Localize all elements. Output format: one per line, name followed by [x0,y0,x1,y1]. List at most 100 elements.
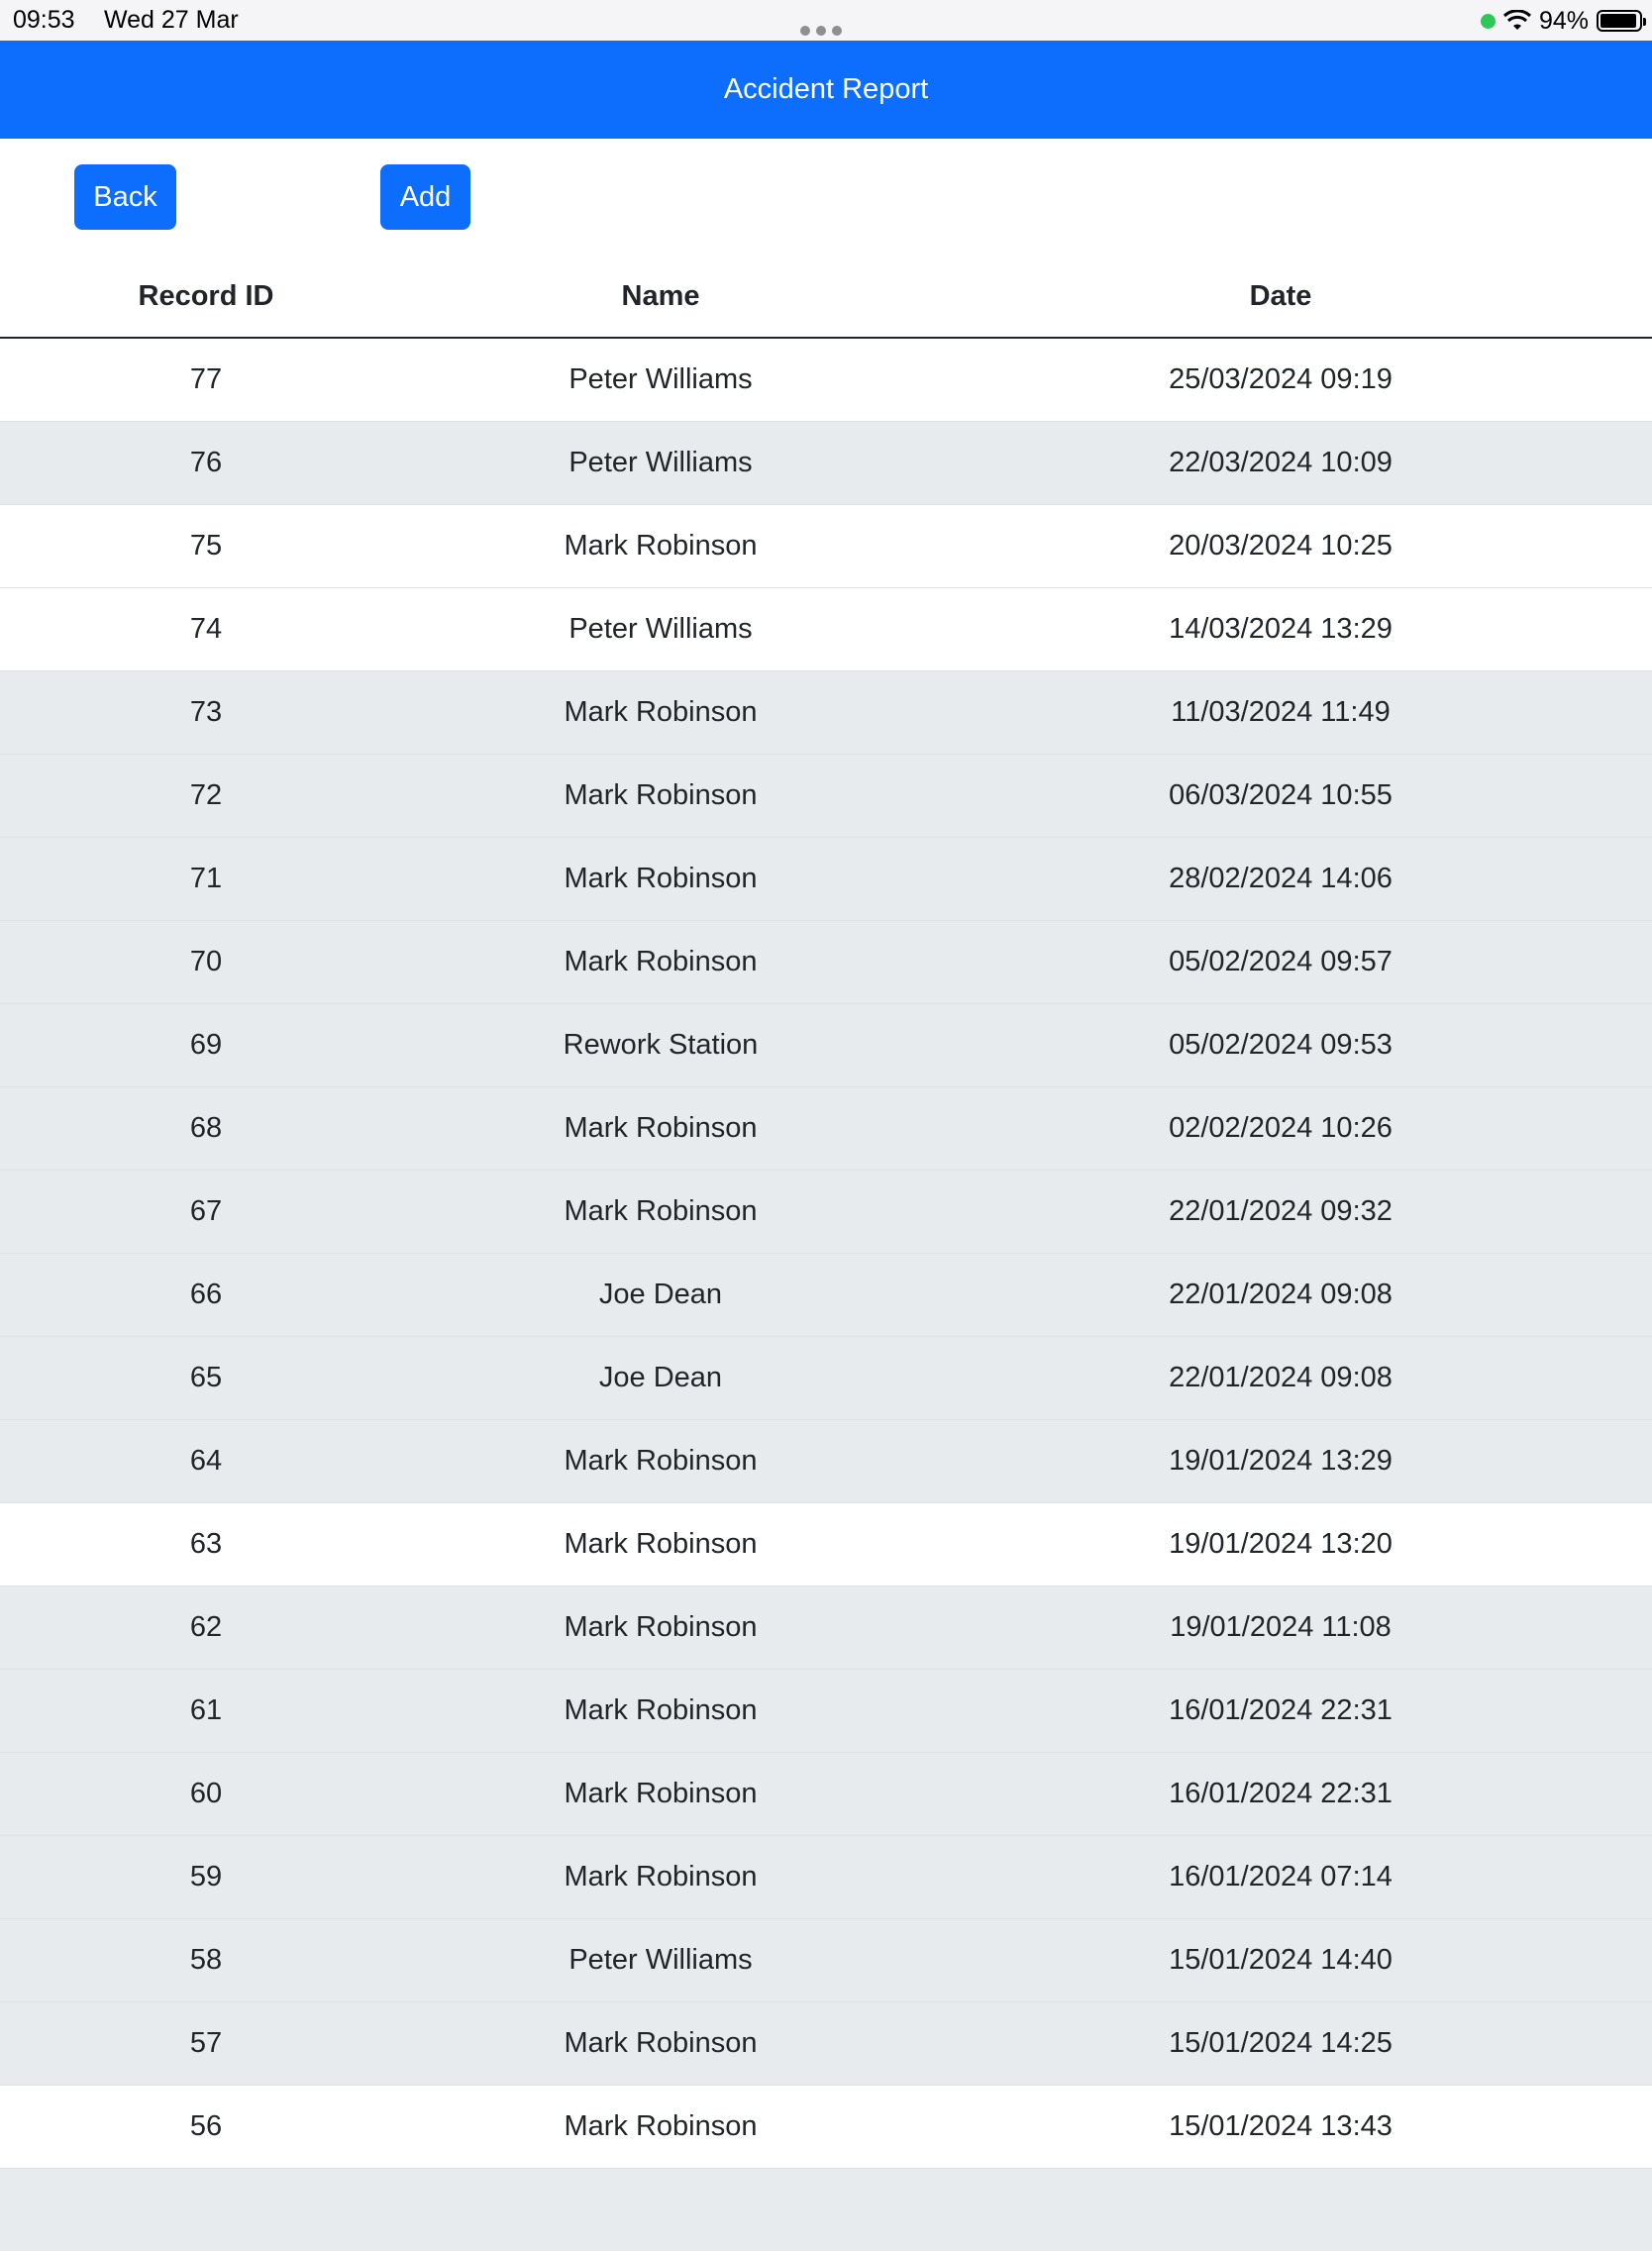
table-row[interactable]: 65 Joe Dean 22/01/2024 09:08 [0,1335,1652,1419]
cell-name: Joe Dean [412,1252,909,1336]
cell-record-id: 61 [0,1668,412,1752]
cell-record-id: 77 [0,337,412,421]
cell-name: Mark Robinson [412,2000,909,2085]
cell-date [909,2167,1652,2251]
cell-name: Joe Dean [412,1335,909,1419]
wifi-icon [1502,10,1531,30]
cell-record-id: 64 [0,1418,412,1502]
cell-record-id: 60 [0,1751,412,1835]
table-row[interactable]: 64 Mark Robinson 19/01/2024 13:29 [0,1418,1652,1502]
cell-name: Mark Robinson [412,1585,909,1669]
table-row[interactable]: 66 Joe Dean 22/01/2024 09:08 [0,1252,1652,1336]
cell-record-id: 56 [0,2084,412,2168]
cell-date: 11/03/2024 11:49 [909,669,1652,754]
cell-record-id: 71 [0,836,412,920]
cell-name: Mark Robinson [412,753,909,837]
cell-record-id: 69 [0,1002,412,1086]
cell-date: 22/01/2024 09:08 [909,1252,1652,1336]
status-time: 09:53 [13,6,75,34]
table-row[interactable]: 71 Mark Robinson 28/02/2024 14:06 [0,836,1652,920]
column-header-name: Name [412,256,909,339]
cell-name: Mark Robinson [412,1668,909,1752]
cell-name: Mark Robinson [412,503,909,587]
table-row[interactable] [0,2167,1652,2251]
table-row[interactable]: 76 Peter Williams 22/03/2024 10:09 [0,420,1652,504]
cell-name: Rework Station [412,1002,909,1086]
table-row[interactable]: 69 Rework Station 05/02/2024 09:53 [0,1002,1652,1086]
cell-date: 16/01/2024 22:31 [909,1751,1652,1835]
cell-date: 22/01/2024 09:32 [909,1169,1652,1253]
back-button[interactable]: Back [74,164,176,230]
cell-name: Mark Robinson [412,1085,909,1170]
cell-date: 19/01/2024 13:29 [909,1418,1652,1502]
table-row[interactable]: 59 Mark Robinson 16/01/2024 07:14 [0,1834,1652,1918]
cell-name: Mark Robinson [412,1169,909,1253]
camera-in-use-icon [1480,13,1496,29]
cell-date: 25/03/2024 09:19 [909,337,1652,421]
cell-date: 02/02/2024 10:26 [909,1085,1652,1170]
table-header-row: Record ID Name Date [0,256,1652,339]
status-bar: 09:53 Wed 27 Mar 94% [0,0,1652,41]
cell-date: 28/02/2024 14:06 [909,836,1652,920]
status-date: Wed 27 Mar [104,6,239,34]
table-row[interactable]: 75 Mark Robinson 20/03/2024 10:25 [0,503,1652,587]
battery-percentage: 94% [1538,6,1589,35]
add-button[interactable]: Add [380,164,470,230]
cell-date: 15/01/2024 14:40 [909,1917,1652,2001]
cell-record-id: 67 [0,1169,412,1253]
cell-name: Mark Robinson [412,836,909,920]
cell-name: Peter Williams [412,586,909,670]
records-table: Record ID Name Date 77 Peter Williams 25/0… [0,256,1652,2251]
cell-record-id: 62 [0,1585,412,1669]
table-row[interactable]: 58 Peter Williams 15/01/2024 14:40 [0,1917,1652,2001]
cell-record-id: 58 [0,1917,412,2001]
cell-record-id [0,2167,412,2251]
table-row[interactable]: 74 Peter Williams 14/03/2024 13:29 [0,586,1652,670]
table-row[interactable]: 60 Mark Robinson 16/01/2024 22:31 [0,1751,1652,1835]
cell-record-id: 74 [0,586,412,670]
cell-name: Mark Robinson [412,669,909,754]
cell-name: Peter Williams [412,420,909,504]
cell-date: 19/01/2024 13:20 [909,1501,1652,1586]
cell-record-id: 65 [0,1335,412,1419]
cell-name: Peter Williams [412,337,909,421]
cell-name: Mark Robinson [412,1751,909,1835]
cell-name: Mark Robinson [412,1834,909,1918]
cell-record-id: 72 [0,753,412,837]
header-bar: Accident Report [0,41,1652,139]
table-row[interactable]: 77 Peter Williams 25/03/2024 09:19 [0,337,1652,421]
table-row[interactable]: 73 Mark Robinson 11/03/2024 11:49 [0,669,1652,754]
cell-record-id: 75 [0,503,412,587]
cell-date: 06/03/2024 10:55 [909,753,1652,837]
cell-name: Mark Robinson [412,1418,909,1502]
cell-name [412,2167,909,2251]
status-indicators: 94% [1480,6,1646,36]
cell-date: 22/01/2024 09:08 [909,1335,1652,1419]
cell-record-id: 70 [0,919,412,1003]
cell-date: 19/01/2024 11:08 [909,1585,1652,1669]
cell-date: 16/01/2024 22:31 [909,1668,1652,1752]
table-row[interactable]: 67 Mark Robinson 22/01/2024 09:32 [0,1169,1652,1253]
cell-record-id: 68 [0,1085,412,1170]
cell-date: 14/03/2024 13:29 [909,586,1652,670]
column-header-record-id: Record ID [0,256,412,339]
cell-name: Peter Williams [412,1917,909,2001]
cell-date: 05/02/2024 09:57 [909,919,1652,1003]
cell-date: 05/02/2024 09:53 [909,1002,1652,1086]
cell-record-id: 66 [0,1252,412,1336]
table-row[interactable]: 70 Mark Robinson 05/02/2024 09:57 [0,919,1652,1003]
cell-date: 20/03/2024 10:25 [909,503,1652,587]
multitasking-dots-icon[interactable] [800,14,850,36]
table-row[interactable]: 57 Mark Robinson 15/01/2024 14:25 [0,2000,1652,2085]
cell-date: 16/01/2024 07:14 [909,1834,1652,1918]
cell-date: 15/01/2024 14:25 [909,2000,1652,2085]
table-row[interactable]: 68 Mark Robinson 02/02/2024 10:26 [0,1085,1652,1170]
table-row[interactable]: 72 Mark Robinson 06/03/2024 10:55 [0,753,1652,837]
table-row[interactable]: 63 Mark Robinson 19/01/2024 13:20 [0,1501,1652,1586]
table-row[interactable]: 61 Mark Robinson 16/01/2024 22:31 [0,1668,1652,1752]
table-row[interactable]: 62 Mark Robinson 19/01/2024 11:08 [0,1585,1652,1669]
column-header-date: Date [909,256,1652,339]
cell-name: Mark Robinson [412,2084,909,2168]
cell-record-id: 73 [0,669,412,754]
table-row[interactable]: 56 Mark Robinson 15/01/2024 13:43 [0,2084,1652,2168]
